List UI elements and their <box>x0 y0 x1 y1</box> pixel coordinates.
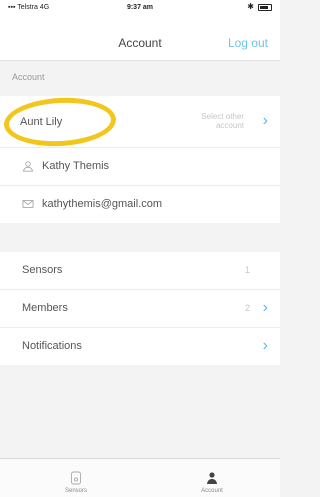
person-icon <box>22 161 34 172</box>
person-icon <box>207 472 217 484</box>
sensors-count: 1 <box>244 265 250 275</box>
sensors-row[interactable]: Sensors 1 <box>0 252 280 290</box>
bluetooth-icon: ✱ <box>247 2 254 11</box>
settings-group: Sensors 1 Members 2 › Notifications › <box>0 252 280 365</box>
email-address: kathythemis@gmail.com <box>42 198 162 210</box>
tab-sensors-label: Sensors <box>64 488 87 494</box>
sensors-label: Sensors <box>22 264 63 276</box>
notifications-row[interactable]: Notifications › <box>0 328 280 365</box>
tab-account-label: Account <box>201 488 223 494</box>
members-label: Members <box>22 302 68 314</box>
members-row[interactable]: Members 2 › <box>0 290 280 328</box>
mail-icon <box>22 200 34 208</box>
chevron-right-icon: › <box>262 299 268 316</box>
clock: 9:37 am <box>126 4 154 11</box>
members-count: 2 <box>244 303 250 313</box>
select-other-account-label: Select other account <box>201 112 244 130</box>
email-row: kathythemis@gmail.com <box>0 186 280 223</box>
tab-bar: Sensors Account <box>0 458 280 497</box>
navigation-bar: Account Log out <box>0 16 280 61</box>
notifications-label: Notifications <box>22 340 82 352</box>
chevron-right-icon: › <box>262 337 268 354</box>
section-header-account: Account <box>12 72 45 82</box>
chevron-right-icon: › <box>262 112 268 129</box>
battery-icon <box>258 3 272 11</box>
user-name-row: Kathy Themis <box>0 148 280 186</box>
user-name: Kathy Themis <box>42 160 110 172</box>
tab-account[interactable]: Account <box>182 471 242 494</box>
logout-button[interactable]: Log out <box>228 36 268 50</box>
status-icons: ✱ <box>247 3 272 11</box>
status-bar: ▪▪▪ Telstra 4G 9:37 am ✱ <box>0 0 280 16</box>
sensor-icon <box>71 471 81 485</box>
tab-sensors[interactable]: Sensors <box>46 471 106 494</box>
